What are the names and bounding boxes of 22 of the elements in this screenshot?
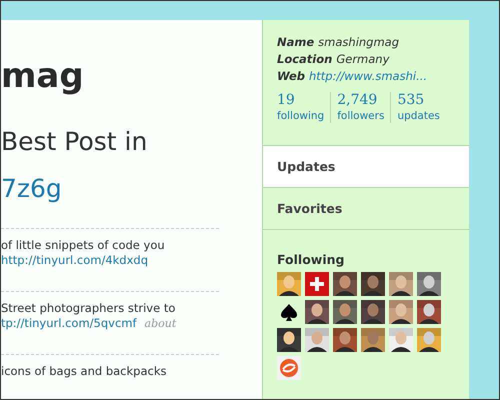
web-link[interactable]: http://www.smashi... bbox=[308, 69, 428, 83]
tweet-link[interactable]: tp://tinyurl.com/5qvcmf bbox=[1, 316, 137, 331]
field-value: smashingmag bbox=[318, 35, 400, 49]
tweet-text: icons of bags and backpacks bbox=[1, 364, 168, 379]
field-label: Web bbox=[277, 69, 305, 83]
tweet-text: of little snippets of code you bbox=[1, 238, 166, 253]
tweet-time: about bbox=[144, 317, 176, 330]
section-title: Following bbox=[277, 252, 346, 267]
stat-link[interactable]: 2,749 followers bbox=[330, 92, 390, 123]
tweet-link[interactable]: 7z6g bbox=[1, 173, 62, 205]
tweet-text: Best Post in bbox=[1, 126, 148, 158]
field-label: Name bbox=[277, 35, 314, 49]
tweet-link[interactable]: http://tinyurl.com/4kdxdq bbox=[1, 253, 148, 268]
tweet-text: Street photographers strive to bbox=[1, 301, 176, 316]
stat-link[interactable]: 19 following bbox=[277, 92, 330, 123]
sidebar-tab[interactable]: Updates bbox=[263, 146, 469, 188]
field-label: Location bbox=[277, 52, 332, 66]
sidebar-tab[interactable]: Favorites bbox=[263, 188, 469, 230]
stat-link[interactable]: 535 updates bbox=[390, 92, 446, 123]
field-value: Germany bbox=[336, 52, 390, 66]
cross-icon[interactable] bbox=[305, 272, 329, 296]
profile-name: mag bbox=[1, 56, 84, 96]
